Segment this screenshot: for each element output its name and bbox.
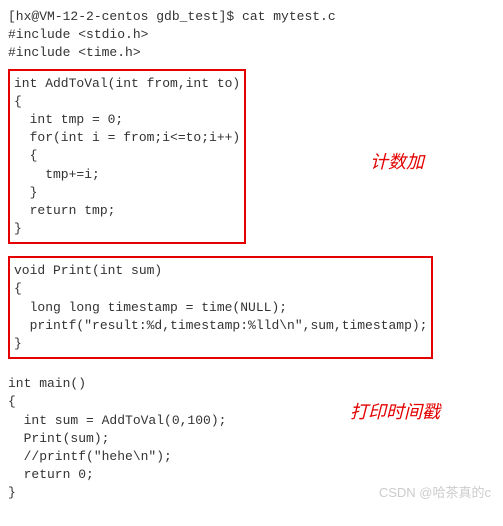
code-line: return 0;	[8, 466, 495, 484]
code-line: for(int i = from;i<=to;i++)	[14, 129, 240, 147]
include-1: #include <stdio.h>	[8, 26, 495, 44]
code-line: int main()	[8, 375, 495, 393]
code-line: }	[14, 220, 240, 238]
function-addtoval-box: int AddToVal(int from,int to) { int tmp …	[8, 69, 246, 245]
annotation-count-add: 计数加	[370, 150, 424, 175]
code-line: int tmp = 0;	[14, 111, 240, 129]
function-print-box: void Print(int sum) { long long timestam…	[8, 256, 433, 359]
code-line: void Print(int sum)	[14, 262, 427, 280]
code-line: }	[14, 335, 427, 353]
code-line: long long timestamp = time(NULL);	[14, 299, 427, 317]
code-line: printf("result:%d,timestamp:%lld\n",sum,…	[14, 317, 427, 335]
watermark: CSDN @哈茶真的c	[379, 484, 491, 502]
code-line: //printf("hehe\n");	[8, 448, 495, 466]
code-line: {	[14, 93, 240, 111]
code-line: tmp+=i;	[14, 166, 240, 184]
annotation-print-timestamp: 打印时间戳	[350, 400, 440, 425]
code-line: }	[14, 184, 240, 202]
code-line: {	[14, 147, 240, 165]
include-2: #include <time.h>	[8, 44, 495, 62]
code-line: {	[14, 280, 427, 298]
code-line: return tmp;	[14, 202, 240, 220]
shell-prompt: [hx@VM-12-2-centos gdb_test]$ cat mytest…	[8, 8, 495, 26]
code-line: Print(sum);	[8, 430, 495, 448]
code-line: int AddToVal(int from,int to)	[14, 75, 240, 93]
